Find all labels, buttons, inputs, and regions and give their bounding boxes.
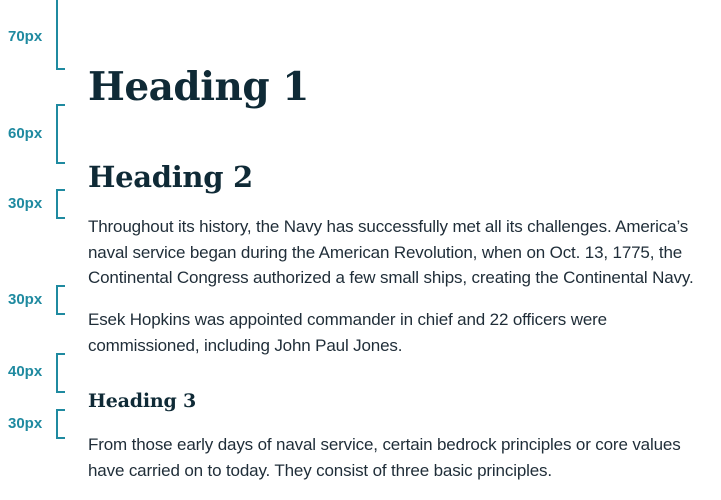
spacing-label-h1-to-h2: 60px [8,125,43,142]
spacing-label-paragraph-to-h3: 40px [8,363,43,380]
spacing-bracket-paragraph-to-h3 [56,353,65,393]
spacing-label-h3-to-paragraph: 30px [8,415,43,432]
heading-2: Heading 2 [88,160,253,194]
spacing-bracket-h2-to-paragraph [56,189,65,219]
paragraph-3: From those early days of naval service, … [88,435,681,480]
spacing-bracket-paragraph-to-paragraph [56,285,65,315]
paragraph-2: Esek Hopkins was appointed commander in … [88,310,607,355]
paragraph-1: Throughout its history, the Navy has suc… [88,217,694,287]
heading-1: Heading 1 [88,64,309,110]
spacing-bracket-before-h1 [56,0,65,70]
spacing-label-paragraph-to-paragraph: 30px [8,291,43,308]
typography-spacing-spec: 70px Heading 1 60px Heading 2 30px Throu… [0,0,721,500]
heading-3: Heading 3 [88,390,196,412]
spacing-label-before-h1: 70px [8,28,43,45]
spacing-bracket-h1-to-h2 [56,104,65,164]
spacing-label-h2-to-paragraph: 30px [8,195,43,212]
spacing-bracket-h3-to-paragraph [56,409,65,439]
